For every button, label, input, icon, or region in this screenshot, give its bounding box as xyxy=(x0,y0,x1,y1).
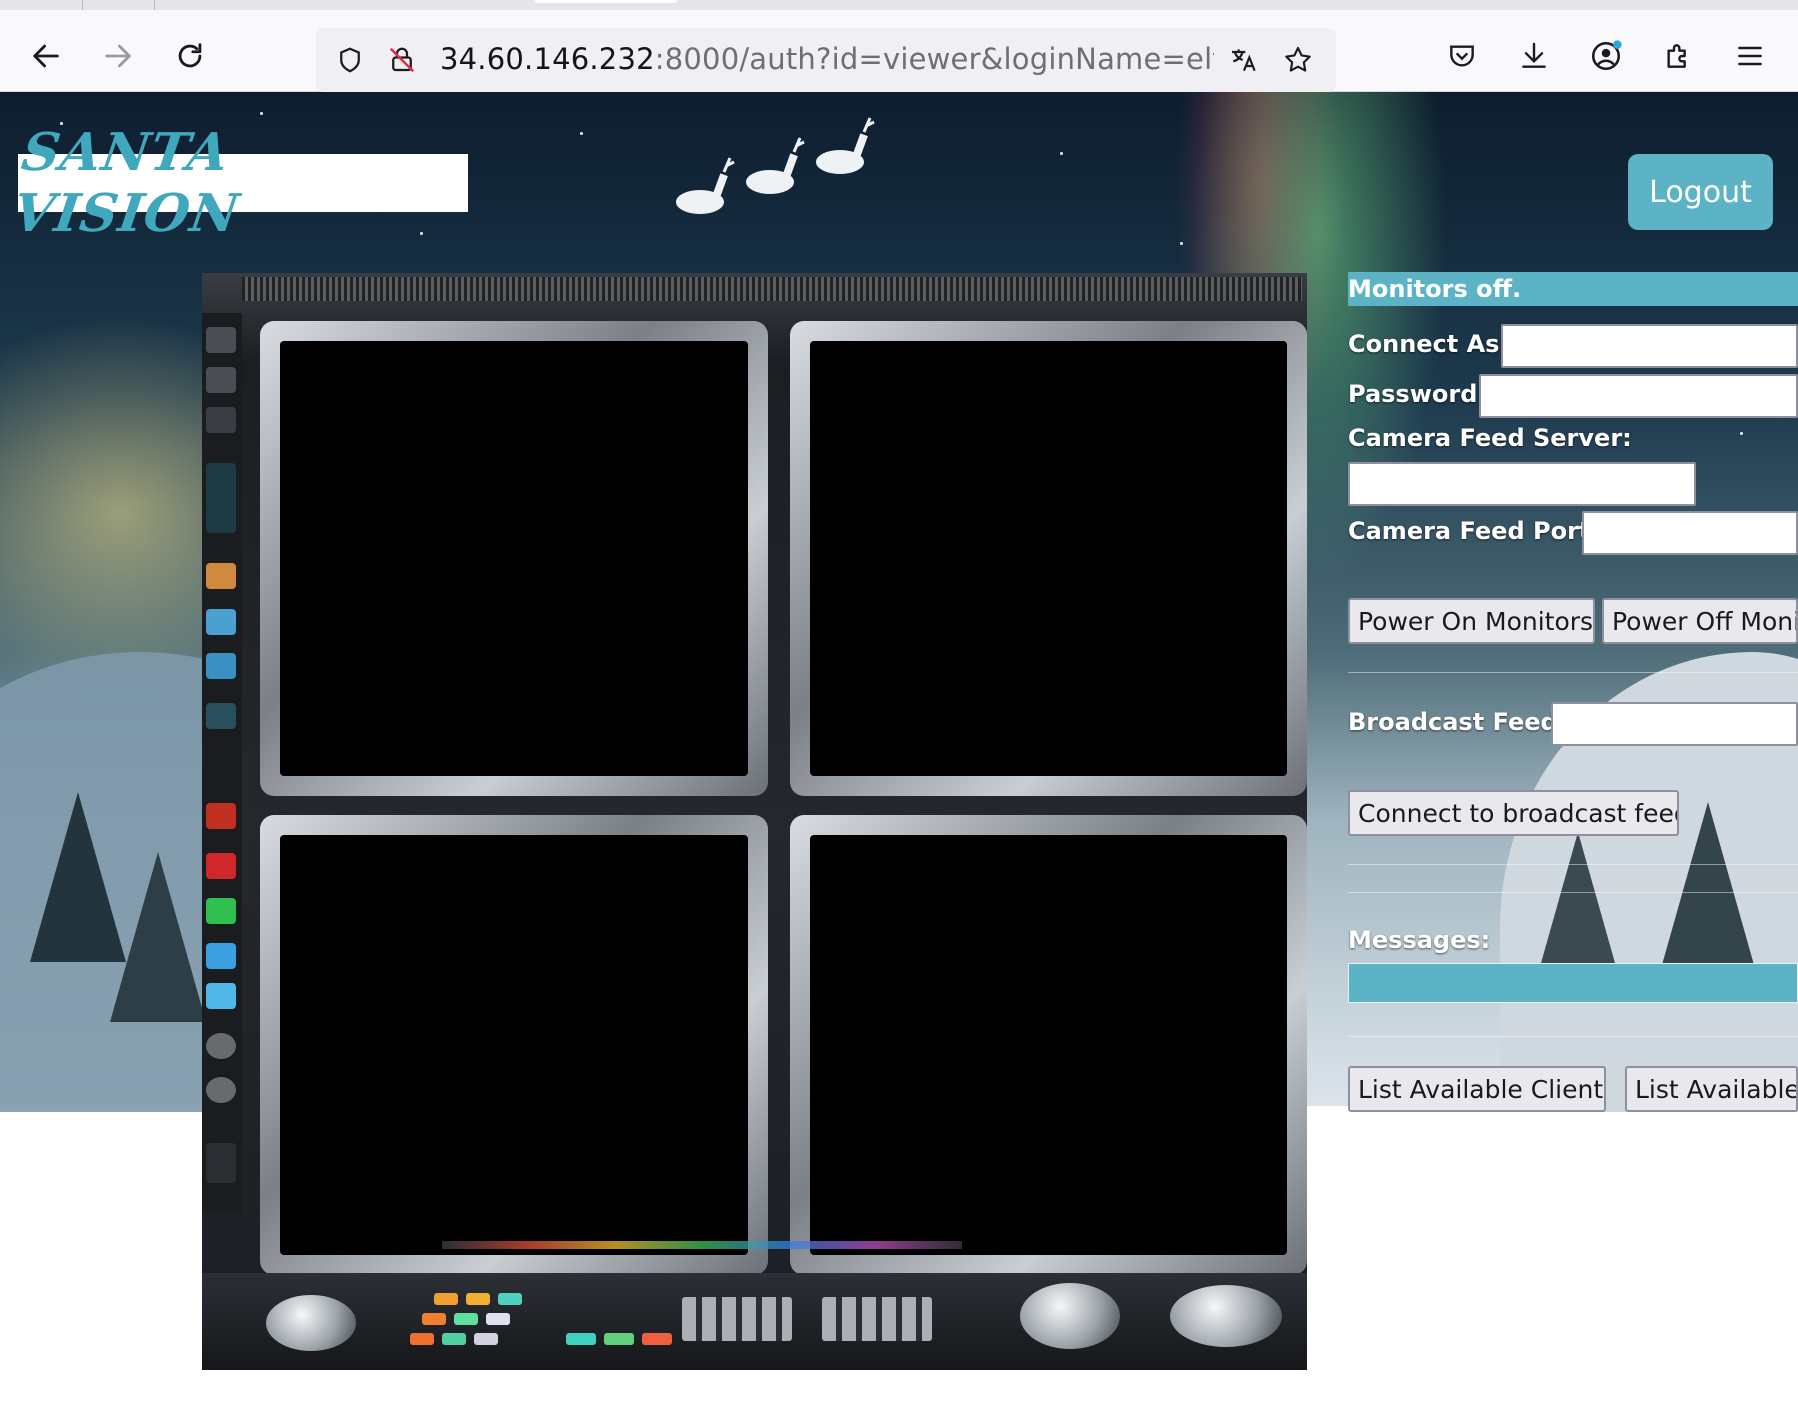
camera-port-input[interactable] xyxy=(1582,511,1798,555)
shield-icon[interactable] xyxy=(330,40,370,80)
logout-button[interactable]: Logout xyxy=(1628,154,1773,230)
list-roles-button[interactable]: List Available Roles xyxy=(1625,1066,1798,1112)
connect-broadcast-button[interactable]: Connect to broadcast feed xyxy=(1348,790,1679,836)
reindeer-illustration xyxy=(676,117,875,214)
monitor-2-screen xyxy=(810,341,1287,776)
extensions-button[interactable] xyxy=(1654,32,1702,80)
url-text[interactable]: 34.60.146.232:8000/auth?id=viewer&loginN… xyxy=(440,42,1214,76)
power-off-monitors-button[interactable]: Power Off Monitors xyxy=(1602,598,1798,644)
hamburger-menu-icon xyxy=(1738,46,1762,66)
insecure-lock-icon[interactable] xyxy=(382,40,422,80)
divider xyxy=(1348,672,1798,673)
power-on-monitors-button[interactable]: Power On Monitors xyxy=(1348,598,1595,644)
camera-server-input[interactable] xyxy=(1348,462,1696,506)
download-icon xyxy=(1522,42,1546,68)
connect-as-label: Connect As: xyxy=(1348,330,1510,358)
forward-button[interactable] xyxy=(94,32,142,80)
account-icon xyxy=(1591,40,1622,71)
page-content: SANTA VISION Logout Monitors off. Connec… xyxy=(0,92,1798,1407)
monitor-1 xyxy=(260,321,768,796)
monitor-2 xyxy=(790,321,1307,796)
browser-toolbar: 34.60.146.232:8000/auth?id=viewer&loginN… xyxy=(0,10,1798,92)
back-button[interactable] xyxy=(22,32,70,80)
console-side-panel xyxy=(202,313,242,1213)
monitor-status-bar: Monitors off. xyxy=(1348,272,1798,306)
divider xyxy=(1348,864,1798,865)
password-input[interactable] xyxy=(1479,374,1798,418)
santavision-logo: SANTA VISION xyxy=(9,122,468,244)
monitor-console xyxy=(202,273,1307,1370)
console-knob xyxy=(1020,1283,1120,1349)
divider xyxy=(1348,1036,1798,1037)
console-knob xyxy=(266,1295,356,1351)
divider xyxy=(1348,892,1798,893)
broadcast-feed-label: Broadcast Feed: xyxy=(1348,708,1568,736)
monitor-4 xyxy=(790,815,1307,1275)
pocket-button[interactable] xyxy=(1438,32,1486,80)
account-button[interactable] xyxy=(1582,32,1630,80)
monitor-3 xyxy=(260,815,768,1275)
messages-box xyxy=(1348,963,1798,1003)
pocket-icon xyxy=(1450,45,1474,67)
camera-port-label: Camera Feed Port: xyxy=(1348,517,1600,545)
monitor-1-screen xyxy=(280,341,748,776)
connect-as-input[interactable] xyxy=(1501,324,1798,368)
menu-button[interactable] xyxy=(1726,32,1774,80)
puzzle-icon xyxy=(1667,44,1686,68)
star-icon[interactable] xyxy=(1278,40,1318,80)
reload-button[interactable] xyxy=(166,32,214,80)
arrow-right-icon xyxy=(105,44,131,68)
downloads-button[interactable] xyxy=(1510,32,1558,80)
address-bar[interactable]: 34.60.146.232:8000/auth?id=viewer&loginN… xyxy=(316,28,1336,92)
arrow-left-icon xyxy=(33,44,59,68)
reload-icon xyxy=(178,43,202,68)
broadcast-feed-input[interactable] xyxy=(1551,702,1798,746)
list-clients-button[interactable]: List Available Clients xyxy=(1348,1066,1606,1112)
console-knob xyxy=(1170,1285,1282,1347)
password-label: Password: xyxy=(1348,380,1487,408)
camera-server-label: Camera Feed Server: xyxy=(1348,424,1632,452)
console-controls xyxy=(202,1273,1307,1370)
tab-strip xyxy=(0,0,1798,10)
monitor-3-screen xyxy=(280,835,748,1255)
translate-icon[interactable] xyxy=(1224,40,1264,80)
monitor-4-screen xyxy=(810,835,1287,1255)
messages-label: Messages: xyxy=(1348,926,1491,954)
